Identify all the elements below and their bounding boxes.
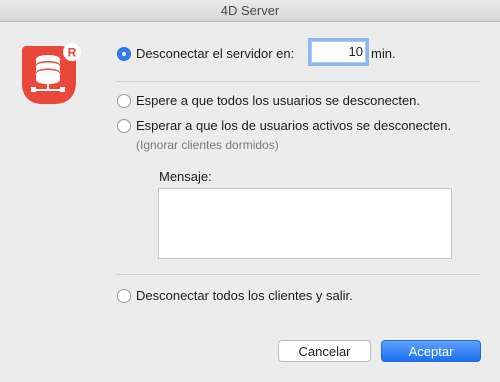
wait-active-users-label: Esperar a que los de usuarios activos se… <box>136 118 452 133</box>
wait-active-users-radio[interactable] <box>117 119 131 133</box>
disconnect-in-label: Desconectar el servidor en: <box>136 46 295 61</box>
svg-text:R: R <box>68 46 77 60</box>
minutes-input[interactable]: 10 <box>311 41 366 63</box>
wait-all-users-label: Espere a que todos los usuarios se desco… <box>136 93 421 108</box>
accept-button[interactable]: Aceptar <box>381 340 481 362</box>
message-label: Mensaje: <box>159 169 212 184</box>
separator-bottom <box>116 274 480 275</box>
4d-server-icon: R <box>22 43 81 104</box>
window-title: 4D Server <box>220 3 280 18</box>
wait-all-users-radio[interactable] <box>117 94 131 108</box>
message-textarea[interactable] <box>158 188 452 259</box>
minutes-unit-label: min. <box>371 46 396 61</box>
window-titlebar: 4D Server <box>0 0 500 22</box>
cancel-button[interactable]: Cancelar <box>278 340 371 362</box>
disconnect-all-label: Desconectar todos los clientes y salir. <box>136 288 353 303</box>
disconnect-all-radio[interactable] <box>117 289 131 303</box>
ignore-sleeping-note: (Ignorar clientes dormidos) <box>136 138 279 152</box>
disconnect-in-radio[interactable] <box>117 47 131 61</box>
separator-top <box>116 81 480 82</box>
